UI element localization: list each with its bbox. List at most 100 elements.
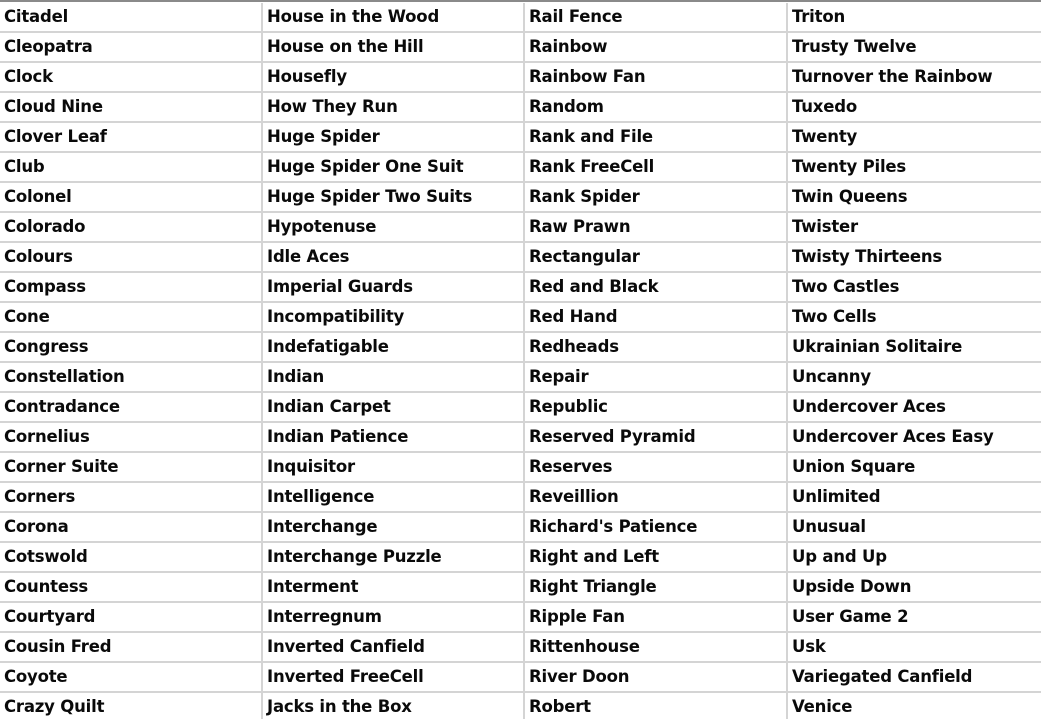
game-name-cell[interactable]: Ripple Fan bbox=[524, 602, 788, 633]
game-name-cell[interactable]: Corner Suite bbox=[0, 452, 263, 483]
game-name-cell[interactable]: Rank Spider bbox=[524, 182, 788, 213]
game-name-cell[interactable]: Interregnum bbox=[262, 602, 525, 633]
game-name-cell[interactable]: Rectangular bbox=[524, 242, 788, 273]
game-name-cell[interactable]: Jacks in the Box bbox=[262, 692, 525, 719]
game-name-cell[interactable]: Twin Queens bbox=[787, 182, 1041, 213]
game-name-cell[interactable]: Crazy Quilt bbox=[0, 692, 263, 719]
game-name-cell[interactable]: Cotswold bbox=[0, 542, 263, 573]
game-name-cell[interactable]: Variegated Canfield bbox=[787, 662, 1041, 693]
game-name-cell[interactable]: Twenty bbox=[787, 122, 1041, 153]
game-name-cell[interactable]: Huge Spider bbox=[262, 122, 525, 153]
game-name-cell[interactable]: Random bbox=[524, 92, 788, 123]
game-name-cell[interactable]: Reserved Pyramid bbox=[524, 422, 788, 453]
game-name-cell[interactable]: Raw Prawn bbox=[524, 212, 788, 243]
game-name-cell[interactable]: Reveillion bbox=[524, 482, 788, 513]
game-name-cell[interactable]: Rittenhouse bbox=[524, 632, 788, 663]
game-name-cell[interactable]: Upside Down bbox=[787, 572, 1041, 603]
game-name-cell[interactable]: Tuxedo bbox=[787, 92, 1041, 123]
game-name-cell[interactable]: Intelligence bbox=[262, 482, 525, 513]
game-name-cell[interactable]: Reserves bbox=[524, 452, 788, 483]
game-name-cell[interactable]: Indefatigable bbox=[262, 332, 525, 363]
game-name-cell[interactable]: Club bbox=[0, 152, 263, 183]
game-name-cell[interactable]: Clock bbox=[0, 62, 263, 93]
game-name-cell[interactable]: Clover Leaf bbox=[0, 122, 263, 153]
game-name-cell[interactable]: Twenty Piles bbox=[787, 152, 1041, 183]
game-name-cell[interactable]: Two Castles bbox=[787, 272, 1041, 303]
game-name-cell[interactable]: Robert bbox=[524, 692, 788, 719]
game-name-cell[interactable]: Congress bbox=[0, 332, 263, 363]
game-name-cell[interactable]: Inverted Canfield bbox=[262, 632, 525, 663]
table-row: Coyote Inverted FreeCell River Doon Variega… bbox=[0, 662, 1041, 693]
game-name-cell[interactable]: Two Cells bbox=[787, 302, 1041, 333]
game-name-cell[interactable]: Hypotenuse bbox=[262, 212, 525, 243]
game-name-cell[interactable]: River Doon bbox=[524, 662, 788, 693]
game-name-cell[interactable]: Citadel bbox=[0, 3, 263, 33]
game-name-cell[interactable]: Constellation bbox=[0, 362, 263, 393]
game-name-cell[interactable]: Twisty Thirteens bbox=[787, 242, 1041, 273]
game-names-table: Citadel House in the Wood Rail Fence Triton… bbox=[0, 3, 1041, 719]
game-name-cell[interactable]: Idle Aces bbox=[262, 242, 525, 273]
game-name-cell[interactable]: Interchange bbox=[262, 512, 525, 543]
game-name-cell[interactable]: Cloud Nine bbox=[0, 92, 263, 123]
game-name-cell[interactable]: Twister bbox=[787, 212, 1041, 243]
game-name-cell[interactable]: Ukrainian Solitaire bbox=[787, 332, 1041, 363]
game-name-cell[interactable]: Up and Up bbox=[787, 542, 1041, 573]
game-name-cell[interactable]: Cousin Fred bbox=[0, 632, 263, 663]
game-name-cell[interactable]: Venice bbox=[787, 692, 1041, 719]
game-name-cell[interactable]: Turnover the Rainbow bbox=[787, 62, 1041, 93]
game-name-cell[interactable]: Interment bbox=[262, 572, 525, 603]
game-name-cell[interactable]: Trusty Twelve bbox=[787, 32, 1041, 63]
game-name-cell[interactable]: Rank and File bbox=[524, 122, 788, 153]
game-name-cell[interactable]: Contradance bbox=[0, 392, 263, 423]
game-name-cell[interactable]: Huge Spider Two Suits bbox=[262, 182, 525, 213]
game-name-cell[interactable]: Corners bbox=[0, 482, 263, 513]
game-name-cell[interactable]: Countess bbox=[0, 572, 263, 603]
game-name-cell[interactable]: Housefly bbox=[262, 62, 525, 93]
game-name-cell[interactable]: Undercover Aces Easy bbox=[787, 422, 1041, 453]
game-name-cell[interactable]: Richard's Patience bbox=[524, 512, 788, 543]
game-name-cell[interactable]: Indian Carpet bbox=[262, 392, 525, 423]
game-name-cell[interactable]: Cornelius bbox=[0, 422, 263, 453]
game-name-cell[interactable]: Inverted FreeCell bbox=[262, 662, 525, 693]
game-name-cell[interactable]: Coyote bbox=[0, 662, 263, 693]
game-name-cell[interactable]: Indian Patience bbox=[262, 422, 525, 453]
game-name-cell[interactable]: User Game 2 bbox=[787, 602, 1041, 633]
game-name-cell[interactable]: Corona bbox=[0, 512, 263, 543]
game-name-cell[interactable]: Imperial Guards bbox=[262, 272, 525, 303]
game-name-cell[interactable]: House in the Wood bbox=[262, 3, 525, 33]
game-name-cell[interactable]: Interchange Puzzle bbox=[262, 542, 525, 573]
game-name-cell[interactable]: Colours bbox=[0, 242, 263, 273]
game-name-cell[interactable]: Courtyard bbox=[0, 602, 263, 633]
game-name-cell[interactable]: House on the Hill bbox=[262, 32, 525, 63]
game-name-cell[interactable]: Unusual bbox=[787, 512, 1041, 543]
game-name-cell[interactable]: Triton bbox=[787, 3, 1041, 33]
game-name-cell[interactable]: Repair bbox=[524, 362, 788, 393]
game-name-cell[interactable]: Rainbow bbox=[524, 32, 788, 63]
game-name-cell[interactable]: Republic bbox=[524, 392, 788, 423]
game-name-cell[interactable]: Rainbow Fan bbox=[524, 62, 788, 93]
game-name-cell[interactable]: Union Square bbox=[787, 452, 1041, 483]
game-name-cell[interactable]: Usk bbox=[787, 632, 1041, 663]
game-name-cell[interactable]: Right Triangle bbox=[524, 572, 788, 603]
game-name-cell[interactable]: Red and Black bbox=[524, 272, 788, 303]
game-name-cell[interactable]: Uncanny bbox=[787, 362, 1041, 393]
game-name-cell[interactable]: Red Hand bbox=[524, 302, 788, 333]
game-name-cell[interactable]: Right and Left bbox=[524, 542, 788, 573]
game-name-cell[interactable]: Incompatibility bbox=[262, 302, 525, 333]
game-name-cell[interactable]: Rank FreeCell bbox=[524, 152, 788, 183]
game-name-cell[interactable]: Unlimited bbox=[787, 482, 1041, 513]
game-name-cell[interactable]: How They Run bbox=[262, 92, 525, 123]
game-name-cell[interactable]: Redheads bbox=[524, 332, 788, 363]
game-name-cell[interactable]: Indian bbox=[262, 362, 525, 393]
game-name-cell[interactable]: Colonel bbox=[0, 182, 263, 213]
game-name-cell[interactable]: Huge Spider One Suit bbox=[262, 152, 525, 183]
game-name-cell[interactable]: Cone bbox=[0, 302, 263, 333]
game-name-cell[interactable]: Rail Fence bbox=[524, 3, 788, 33]
game-name-cell[interactable]: Cleopatra bbox=[0, 32, 263, 63]
table-row: Crazy Quilt Jacks in the Box Robert Venice bbox=[0, 692, 1041, 719]
table-row: Cornelius Indian Patience Reserved Pyramid… bbox=[0, 422, 1041, 453]
game-name-cell[interactable]: Undercover Aces bbox=[787, 392, 1041, 423]
game-name-cell[interactable]: Compass bbox=[0, 272, 263, 303]
game-name-cell[interactable]: Inquisitor bbox=[262, 452, 525, 483]
game-name-cell[interactable]: Colorado bbox=[0, 212, 263, 243]
